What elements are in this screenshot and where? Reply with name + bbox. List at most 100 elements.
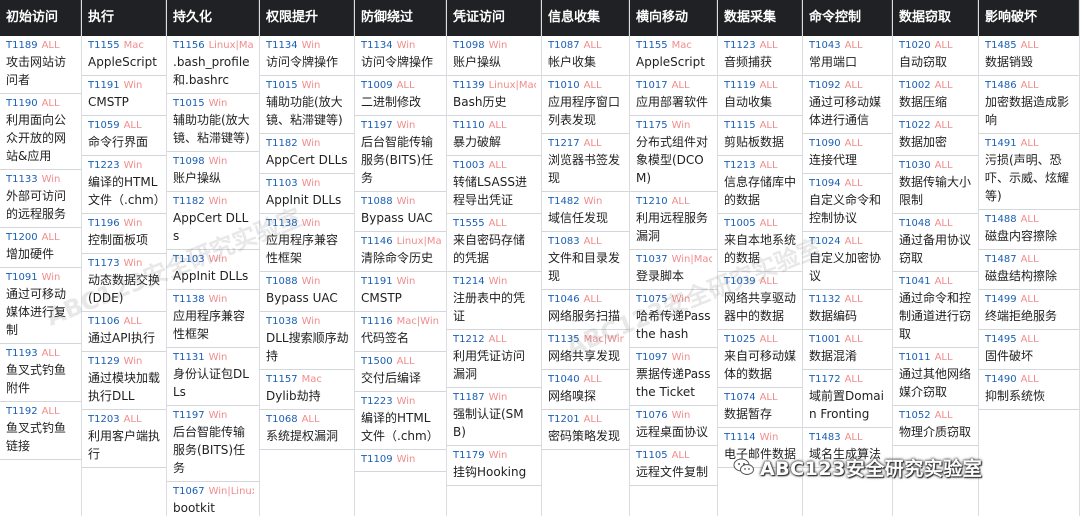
technique-cell[interactable]: T1003 ALL 转储LSASS进程导出凭证 xyxy=(447,156,541,214)
technique-cell[interactable]: T1106 ALL 通过API执行 xyxy=(82,312,166,352)
technique-cell[interactable]: T1134 Win 访问令牌操作 xyxy=(260,36,354,76)
technique-cell[interactable]: T1037 Win|Mac 登录脚本 xyxy=(630,250,717,290)
tactic-header[interactable]: 执行 xyxy=(82,0,166,36)
technique-cell[interactable]: T1043 ALL 常用端口 xyxy=(803,36,892,76)
technique-cell[interactable]: T1020 ALL 自动窃取 xyxy=(893,36,978,76)
technique-cell[interactable]: T1482 Win 域信任发现 xyxy=(542,192,629,232)
tactic-header[interactable]: 持久化 xyxy=(167,0,259,36)
technique-cell[interactable]: T1134 Win 访问令牌操作 xyxy=(355,36,446,76)
technique-cell[interactable]: T1491 ALL 污损(声明、恐吓、示威、炫耀等) xyxy=(979,134,1079,210)
technique-cell[interactable]: T1046 ALL 网络服务扫描 xyxy=(542,290,629,330)
technique-cell[interactable]: T1500 ALL 交付后编译 xyxy=(355,352,446,392)
technique-cell[interactable]: T1131 Win 身份认证包DLLs xyxy=(167,348,259,406)
technique-cell[interactable]: T1123 ALL 音频捕获 xyxy=(718,36,802,76)
technique-cell[interactable]: T1139 Linux|Mac Bash历史 xyxy=(447,76,541,116)
tactic-header[interactable]: 命令控制 xyxy=(803,0,892,36)
technique-cell[interactable]: T1486 ALL 加密数据造成影响 xyxy=(979,76,1079,134)
technique-cell[interactable]: T1040 ALL 网络嗅探 xyxy=(542,370,629,410)
technique-cell[interactable]: T1193 ALL 鱼叉式钓鱼附件 xyxy=(0,344,81,402)
tactic-header[interactable]: 权限提升 xyxy=(260,0,354,36)
technique-cell[interactable]: T1189 ALL 攻击网站访问者 xyxy=(0,36,81,94)
technique-cell[interactable]: T1210 ALL 利用远程服务漏洞 xyxy=(630,192,717,250)
technique-cell[interactable]: T1103 Win AppInit DLLs xyxy=(167,250,259,290)
technique-cell[interactable]: T1010 ALL 应用程序窗口列表发现 xyxy=(542,76,629,134)
technique-cell[interactable]: T1173 Win 动态数据交换(DDE) xyxy=(82,254,166,312)
technique-cell[interactable]: T1192 ALL 鱼叉式钓鱼链接 xyxy=(0,402,81,460)
technique-cell[interactable]: T1009 ALL 二进制修改 xyxy=(355,76,446,116)
technique-cell[interactable]: T1098 Win 账户操纵 xyxy=(447,36,541,76)
technique-cell[interactable]: T1002 ALL 数据压缩 xyxy=(893,76,978,116)
technique-cell[interactable]: T1116 Mac|Win 代码签名 xyxy=(355,312,446,352)
technique-cell[interactable]: T1191 Win CMSTP xyxy=(355,272,446,312)
technique-cell[interactable]: T1155 Mac AppleScript xyxy=(82,36,166,76)
technique-cell[interactable]: T1200 ALL 增加硬件 xyxy=(0,228,81,268)
technique-cell[interactable]: T1146Linux|Mac 清除命令历史 xyxy=(355,232,446,272)
technique-cell[interactable]: T1155 Mac AppleScript xyxy=(630,36,717,76)
technique-cell[interactable]: T1052 ALL 物理介质窃取 xyxy=(893,406,978,446)
tactic-header[interactable]: 凭证访问 xyxy=(447,0,541,36)
technique-cell[interactable]: T1083 ALL 文件和目录发现 xyxy=(542,232,629,290)
tactic-header[interactable]: 信息收集 xyxy=(542,0,629,36)
technique-cell[interactable]: T1197 Win 后台智能传输服务(BITS)任务 xyxy=(355,116,446,192)
technique-cell[interactable]: T1097 Win 票据传递Pass the Ticket xyxy=(630,348,717,406)
technique-cell[interactable]: T1001 ALL 数据混淆 xyxy=(803,330,892,370)
technique-cell[interactable]: T1135 Mac|Win 网络共享发现 xyxy=(542,330,629,370)
technique-cell[interactable]: T1067 Win|Linux bootkit xyxy=(167,482,259,516)
technique-cell[interactable]: T1011 ALL 通过其他网络媒介窃取 xyxy=(893,348,978,406)
technique-cell[interactable]: T1087 ALL 帐户收集 xyxy=(542,36,629,76)
technique-cell[interactable]: T1213 ALL 信息存储库中的数据 xyxy=(718,156,802,214)
technique-cell[interactable]: T1005 ALL 来自本地系统的数据 xyxy=(718,214,802,272)
tactic-header[interactable]: 防御绕过 xyxy=(355,0,446,36)
technique-cell[interactable]: T1223 Win 编译的HTML文件（.chm） xyxy=(82,156,166,214)
technique-cell[interactable]: T1090 ALL 连接代理 xyxy=(803,134,892,174)
technique-cell[interactable]: T1091 Win 通过可移动媒体进行复制 xyxy=(0,268,81,344)
technique-cell[interactable]: T1187 Win 强制认证(SMB) xyxy=(447,388,541,446)
technique-cell[interactable]: T1074 ALL 数据暂存 xyxy=(718,388,802,428)
technique-cell[interactable]: T1025 ALL 来自可移动媒体的数据 xyxy=(718,330,802,388)
technique-cell[interactable]: T1488 ALL 磁盘内容擦除 xyxy=(979,210,1079,250)
technique-cell[interactable]: T1172 ALL 域前置Domain Fronting xyxy=(803,370,892,428)
technique-cell[interactable]: T1075 Win 哈希传递Pass the hash xyxy=(630,290,717,348)
technique-cell[interactable]: T1157 Mac Dylib劫持 xyxy=(260,370,354,410)
technique-cell[interactable]: T1088 Win Bypass UAC xyxy=(355,192,446,232)
technique-cell[interactable]: T1555 ALL 来自密码存储的凭据 xyxy=(447,214,541,272)
technique-cell[interactable]: T1197 Win 后台智能传输服务(BITS)任务 xyxy=(167,406,259,482)
technique-cell[interactable]: T1115 ALL 剪贴板数据 xyxy=(718,116,802,156)
technique-cell[interactable]: T1076 Win 远程桌面协议 xyxy=(630,406,717,446)
technique-cell[interactable]: T1015 Win 辅助功能(放大镜、粘滞键等) xyxy=(260,76,354,134)
technique-cell[interactable]: T1490 ALL 抑制系统恢 xyxy=(979,370,1079,410)
technique-cell[interactable]: T1098 Win 账户操纵 xyxy=(167,152,259,192)
technique-cell[interactable]: T1105 ALL 远程文件复制 xyxy=(630,446,717,486)
technique-cell[interactable]: T1138 Win 应用程序兼容性框架 xyxy=(167,290,259,348)
technique-cell[interactable]: T1129 Win 通过模块加载执行DLL xyxy=(82,352,166,410)
tactic-header[interactable]: 数据窃取 xyxy=(893,0,978,36)
technique-cell[interactable]: T1039 ALL 网络共享驱动器中的数据 xyxy=(718,272,802,330)
technique-cell[interactable]: T1068 ALL 系统提权漏洞 xyxy=(260,410,354,450)
technique-cell[interactable]: T1138 Win 应用程序兼容性框架 xyxy=(260,214,354,272)
technique-cell[interactable]: T1182 Win AppCert DLLs xyxy=(260,134,354,174)
technique-cell[interactable]: T1041 ALL 通过命令和控制通道进行窃取 xyxy=(893,272,978,348)
tactic-header[interactable]: 数据采集 xyxy=(718,0,802,36)
tactic-header[interactable]: 初始访问 xyxy=(0,0,81,36)
technique-cell[interactable]: T1217 ALL 浏览器书签发现 xyxy=(542,134,629,192)
technique-cell[interactable]: T1110 ALL 暴力破解 xyxy=(447,116,541,156)
technique-cell[interactable]: T1022 ALL 数据加密 xyxy=(893,116,978,156)
technique-cell[interactable]: T1092 ALL 通过可移动媒体进行通信 xyxy=(803,76,892,134)
technique-cell[interactable]: T1059 ALL 命令行界面 xyxy=(82,116,166,156)
technique-cell[interactable]: T1182 Win AppCert DLLs xyxy=(167,192,259,250)
technique-cell[interactable]: T1190 ALL 利用面向公众开放的网站&应用 xyxy=(0,94,81,170)
technique-cell[interactable]: T1088 Win Bypass UAC xyxy=(260,272,354,312)
technique-cell[interactable]: T1499 ALL 终端拒绝服务 xyxy=(979,290,1079,330)
technique-cell[interactable]: T1038 Win DLL搜索顺序劫持 xyxy=(260,312,354,370)
technique-cell[interactable]: T1015 Win 辅助功能(放大镜、粘滞键等) xyxy=(167,94,259,152)
technique-cell[interactable]: T1214 Win 注册表中的凭证 xyxy=(447,272,541,330)
tactic-header[interactable]: 影响破坏 xyxy=(979,0,1079,36)
technique-cell[interactable]: T1094 ALL 自定义命令和控制协议 xyxy=(803,174,892,232)
technique-cell[interactable]: T1119 ALL 自动收集 xyxy=(718,76,802,116)
technique-cell[interactable]: T1196 Win 控制面板项 xyxy=(82,214,166,254)
technique-cell[interactable]: T1132 ALL 数据编码 xyxy=(803,290,892,330)
technique-cell[interactable]: T1030 ALL 数据传输大小限制 xyxy=(893,156,978,214)
technique-cell[interactable]: T1024 ALL 自定义加密协议 xyxy=(803,232,892,290)
technique-cell[interactable]: T1203 ALL 利用客户端执行 xyxy=(82,410,166,468)
technique-cell[interactable]: T1201 ALL 密码策略发现 xyxy=(542,410,629,450)
